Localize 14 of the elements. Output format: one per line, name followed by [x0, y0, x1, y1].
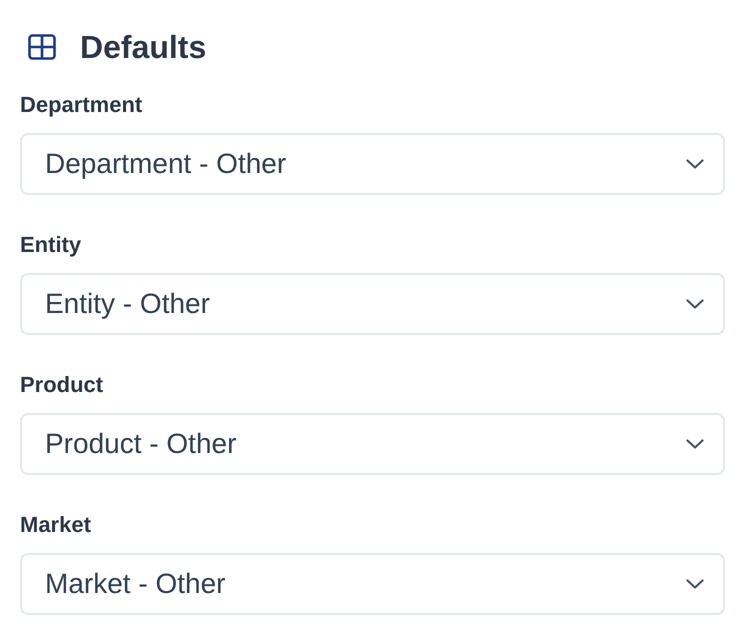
- chevron-down-icon: [686, 299, 704, 309]
- field-label: Entity: [20, 231, 82, 259]
- dropdown-field[interactable]: Department - Other: [20, 133, 725, 195]
- dropdown-field[interactable]: Market - Other: [20, 553, 725, 615]
- chevron-down-icon: [686, 439, 704, 449]
- field-label: Market: [20, 511, 91, 539]
- grid-icon: [28, 34, 56, 60]
- section-title: Defaults: [80, 28, 206, 67]
- chevron-down-icon: [686, 159, 704, 169]
- field-label: Product: [20, 371, 104, 399]
- field-label: Department: [20, 91, 142, 119]
- dropdown-field[interactable]: Product - Other: [20, 413, 725, 475]
- chevron-down-icon: [686, 579, 704, 589]
- dropdown-field[interactable]: Entity - Other: [20, 273, 725, 335]
